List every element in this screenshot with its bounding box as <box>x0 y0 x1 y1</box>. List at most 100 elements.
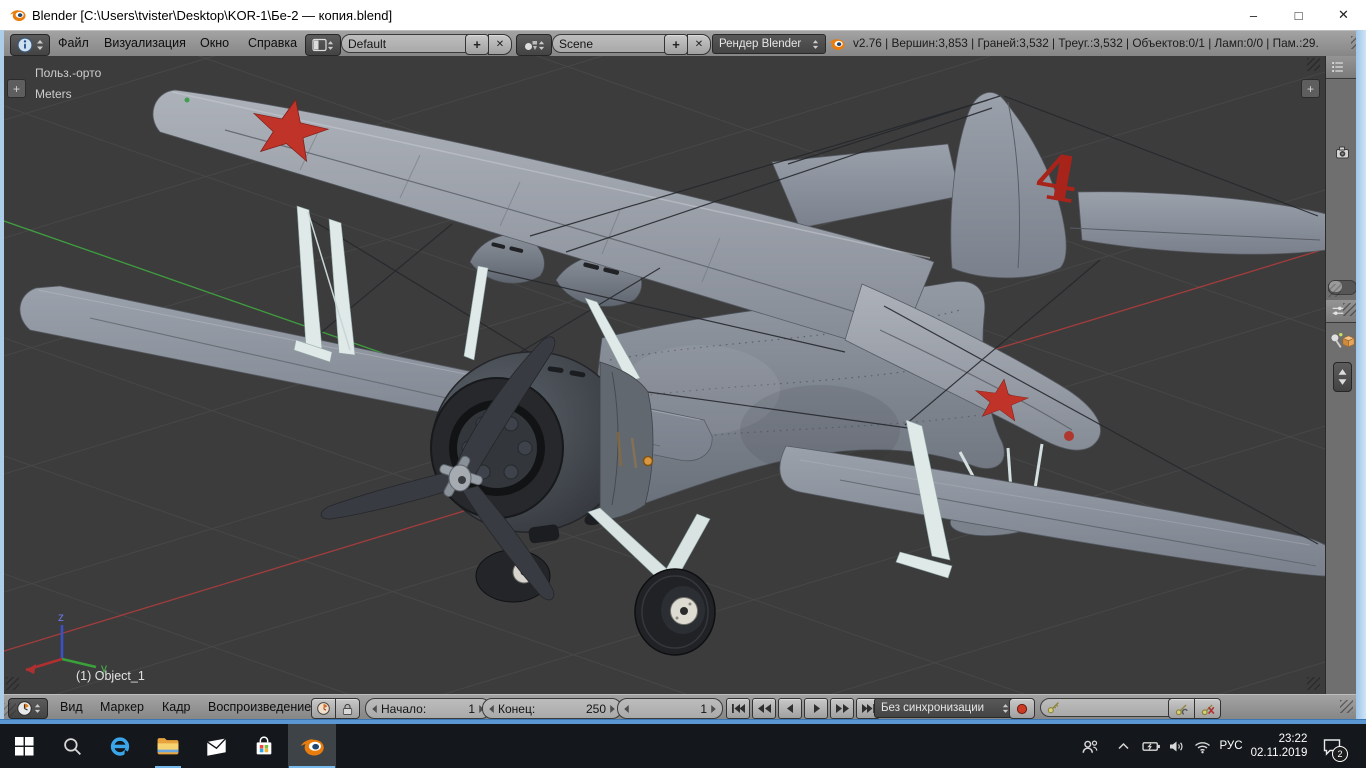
taskbar-blender-button[interactable] <box>288 724 336 768</box>
properties-region-expand-tab[interactable]: + <box>1301 79 1320 98</box>
frame-start-label: Начало: <box>381 702 426 716</box>
taskbar-edge-button[interactable] <box>96 724 144 768</box>
render-engine-dropdown[interactable]: Рендер Blender <box>712 34 826 54</box>
timeline-header: Вид Маркер Кадр Воспроизведение Начало: … <box>0 694 1362 721</box>
scene-delete-button[interactable]: ✕ <box>687 34 711 55</box>
tray-volume-icon[interactable] <box>1164 724 1188 768</box>
updown-arrows-icon <box>1002 703 1009 714</box>
current-frame-field[interactable]: 1 <box>617 698 723 719</box>
minimize-button[interactable]: – <box>1231 0 1276 30</box>
outliner-header[interactable] <box>1326 56 1357 79</box>
menu-file[interactable]: Файл <box>54 31 93 55</box>
clock-icon <box>316 701 331 716</box>
info-editor-icon <box>16 36 34 54</box>
use-preview-range-toggle[interactable] <box>311 698 336 719</box>
window-title: Blender [C:\Users\tvister\Desktop\KOR-1\… <box>32 8 392 23</box>
frame-end-field[interactable]: Конец: 250 <box>482 698 622 719</box>
close-button[interactable]: ✕ <box>1321 0 1366 30</box>
screen-layout-field[interactable]: Default <box>341 34 477 53</box>
auto-keyframe-record-button[interactable] <box>1009 698 1035 719</box>
corner-resize-grip[interactable] <box>1307 677 1320 690</box>
jump-to-start-button[interactable] <box>726 698 750 719</box>
corner-resize-grip[interactable] <box>1343 303 1356 316</box>
viewport-3d[interactable]: 4 <box>4 56 1325 694</box>
context-nav-button[interactable] <box>1333 362 1352 392</box>
updown-arrows-icon <box>327 40 334 51</box>
delete-keyframe-button[interactable] <box>1194 698 1221 719</box>
toolshelf-expand-tab[interactable]: + <box>7 79 26 98</box>
corner-resize-grip[interactable] <box>1328 284 1341 297</box>
unit-label: Meters <box>35 87 72 101</box>
frame-start-field[interactable]: Начало: 1 <box>365 698 491 719</box>
windows-logo-icon <box>15 737 34 756</box>
play-reverse-button[interactable] <box>778 698 802 719</box>
screen-layout-browse-button[interactable] <box>305 34 341 56</box>
tray-battery-icon[interactable] <box>1140 724 1164 768</box>
viewport-scene[interactable]: 4 <box>4 56 1325 694</box>
tray-chevron-up-icon[interactable] <box>1112 724 1134 768</box>
timeline-menu-frame[interactable]: Кадр <box>158 695 194 719</box>
taskbar: РУС 23:22 02.11.2019 2 <box>0 724 1366 768</box>
key-icon <box>1047 701 1060 714</box>
action-center-button[interactable]: 2 <box>1318 724 1346 768</box>
object-context-cube-icon[interactable] <box>1340 333 1357 350</box>
editor-type-button[interactable] <box>10 34 50 56</box>
key-wrench-icon <box>1175 702 1189 716</box>
tray-wifi-icon[interactable] <box>1190 724 1214 768</box>
camera-object-icon[interactable] <box>1334 144 1352 160</box>
scene-value: Scene <box>559 37 593 51</box>
taskbar-store-button[interactable] <box>240 724 288 768</box>
corner-resize-grip[interactable] <box>3 703 16 716</box>
frame-end-value: 250 <box>535 702 606 716</box>
window-controls: – □ ✕ <box>1231 0 1366 30</box>
window-titlebar[interactable]: Blender [C:\Users\tvister\Desktop\KOR-1\… <box>0 0 1366 30</box>
updown-arrows-icon <box>34 703 41 714</box>
keying-set-field[interactable] <box>1040 698 1180 717</box>
maximize-button[interactable]: □ <box>1276 0 1321 30</box>
menu-help[interactable]: Справка <box>244 31 301 55</box>
axis-gizmo: z y <box>26 610 107 675</box>
play-button[interactable] <box>804 698 828 719</box>
scene-browse-button[interactable] <box>516 34 552 56</box>
timeline-menu-view[interactable]: Вид <box>56 695 87 719</box>
file-explorer-icon <box>156 735 180 757</box>
tray-language-indicator[interactable]: РУС <box>1214 724 1248 768</box>
insert-keyframe-button[interactable] <box>1168 698 1195 719</box>
lock-icon <box>340 701 355 717</box>
scene-field[interactable]: Scene <box>552 34 676 53</box>
play-icon <box>810 704 823 713</box>
tray-clock[interactable]: 23:22 02.11.2019 <box>1248 724 1310 768</box>
scene-add-button[interactable]: + <box>664 34 688 55</box>
render-engine-value: Рендер Blender <box>719 38 812 50</box>
current-frame-value: 1 <box>633 702 707 716</box>
taskbar-mail-button[interactable] <box>192 724 240 768</box>
object-origin-dot <box>644 457 653 466</box>
timeline-menu-marker[interactable]: Маркер <box>96 695 148 719</box>
search-icon <box>62 736 82 756</box>
screen-layout-delete-button[interactable]: ✕ <box>488 34 512 55</box>
biplane-model[interactable]: 4 <box>20 90 1325 655</box>
taskbar-explorer-button[interactable] <box>144 724 192 768</box>
mail-icon <box>205 737 228 756</box>
taskbar-search-button[interactable] <box>48 724 96 768</box>
info-header: Файл Визуализация Окно Справка Default +… <box>0 30 1366 58</box>
start-button[interactable] <box>0 724 48 768</box>
tray-people-icon[interactable] <box>1078 724 1102 768</box>
menu-window[interactable]: Окно <box>196 31 233 55</box>
corner-resize-grip[interactable] <box>1307 58 1320 71</box>
corner-resize-grip[interactable] <box>6 677 19 690</box>
jump-start-icon <box>732 704 745 713</box>
screen-layout-add-button[interactable]: + <box>465 34 489 55</box>
record-icon <box>1016 703 1028 715</box>
timeline-menu-playback[interactable]: Воспроизведение <box>204 695 315 719</box>
previous-keyframe-button[interactable] <box>752 698 776 719</box>
scene-statistics: v2.76 | Вершин:3,853 | Граней:3,532 | Тр… <box>853 31 1345 56</box>
axis-z-label: z <box>58 610 64 624</box>
outliner-editor-icon <box>1330 59 1346 75</box>
lock-time-cursor-toggle[interactable] <box>335 698 360 719</box>
sync-mode-dropdown[interactable]: Без синхронизации <box>874 698 1016 718</box>
corner-resize-grip[interactable] <box>1340 700 1353 713</box>
next-keyframe-button[interactable] <box>830 698 854 719</box>
tray-date: 02.11.2019 <box>1251 746 1308 760</box>
menu-render[interactable]: Визуализация <box>100 31 190 55</box>
